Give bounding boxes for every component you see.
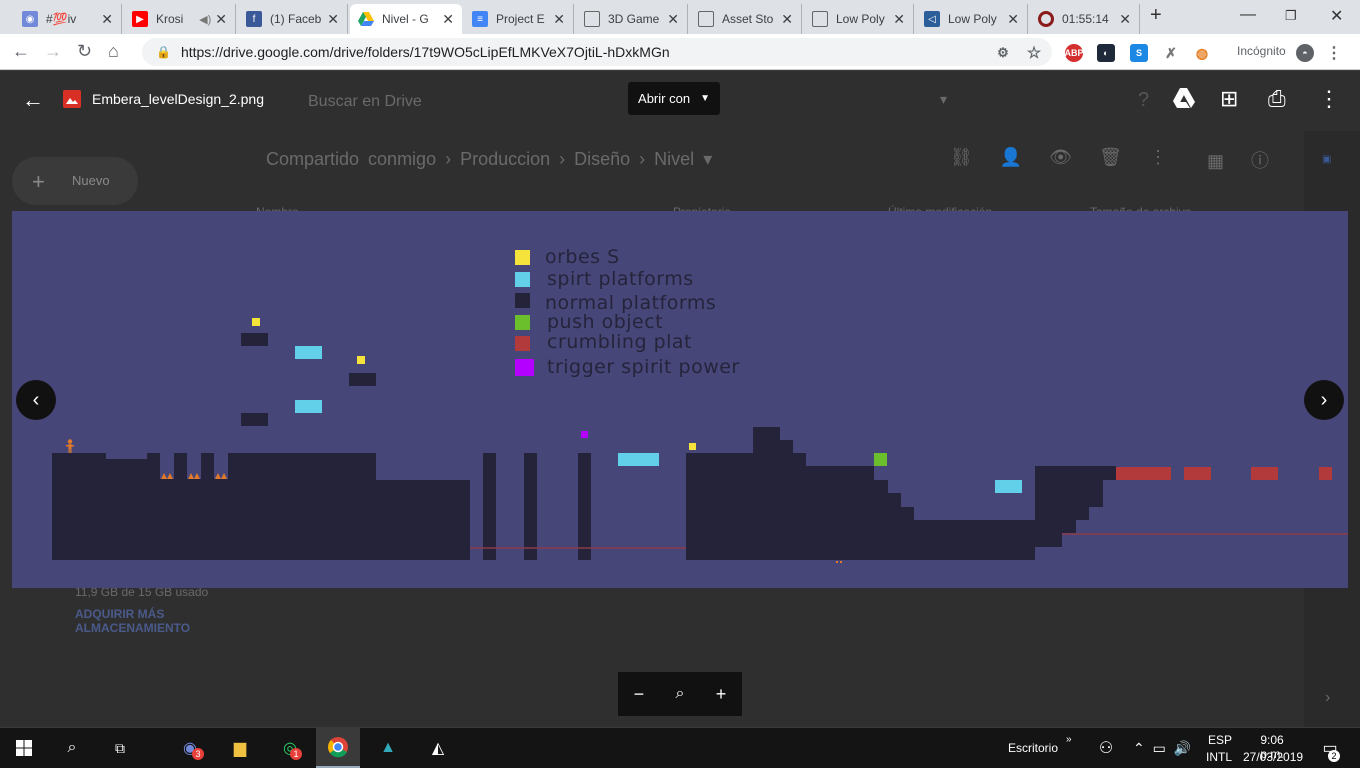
close-tab-icon[interactable]: ✕ (667, 11, 679, 28)
people-icon[interactable]: ⚇ (1092, 734, 1120, 762)
close-tab-icon[interactable]: ✕ (893, 11, 905, 28)
orb (689, 443, 696, 450)
search-icon[interactable]: ⌕ (58, 734, 86, 762)
dropdown-arrow-icon: ▼ (700, 93, 710, 104)
close-tab-icon[interactable]: ✕ (1119, 11, 1131, 28)
spirit-platform (618, 453, 659, 466)
browser-tab[interactable]: 3D Game ✕ (576, 4, 688, 34)
zoom-out-button[interactable]: − (634, 684, 645, 705)
next-image-button[interactable]: › (1304, 380, 1344, 420)
tray-icons[interactable]: ⌃ ▭ 🔊 (1133, 740, 1191, 757)
crumbling-platform (1319, 467, 1332, 480)
youtube-icon: ▶ (132, 11, 148, 27)
open-with-button[interactable]: Abrir con ▼ (628, 82, 720, 115)
close-tab-icon[interactable]: ✕ (553, 11, 565, 28)
print-icon[interactable]: ⎙ (1268, 86, 1286, 112)
chevron-left-icon: ‹ (32, 388, 40, 411)
view-icons: ▦ ⓘ (1207, 151, 1270, 171)
previous-image-button[interactable]: ‹ (16, 380, 56, 420)
close-tab-icon[interactable]: ✕ (442, 11, 454, 28)
page-icon (812, 11, 828, 27)
new-button[interactable]: + Nuevo (12, 157, 138, 205)
browser-tab[interactable]: ≡ Project E ✕ (464, 4, 574, 34)
site-settings-icon[interactable]: ⚙ (994, 44, 1012, 62)
visual-studio-icon: ◁ (924, 11, 940, 27)
breadcrumb: Compartido conmigo › Produccion › Diseño… (266, 149, 713, 169)
bookmark-star-icon[interactable]: ☆ (1025, 44, 1043, 62)
more-options-icon[interactable]: ⋮ (1318, 86, 1340, 112)
incognito-icon[interactable]: ◓ (1296, 44, 1314, 62)
forward-button[interactable]: → (44, 41, 62, 62)
task-view-icon[interactable]: ⧉ (106, 734, 134, 762)
close-tab-icon[interactable]: ✕ (327, 11, 339, 28)
app-icon[interactable]: ▲ (374, 734, 402, 762)
extension-icon[interactable]: ◍ (1193, 44, 1211, 62)
reload-button[interactable]: ↻ (77, 41, 92, 62)
address-bar-row: ← → ↻ ⌂ 🔒 https://drive.google.com/drive… (0, 34, 1360, 70)
close-window-button[interactable]: ✕ (1330, 6, 1343, 26)
plus-icon: + (32, 169, 45, 194)
spirit-platform (995, 480, 1022, 493)
close-tab-icon[interactable]: ✕ (101, 11, 113, 28)
drive-icon (358, 11, 374, 27)
calendar-icon[interactable]: ▣ (1322, 154, 1331, 165)
image-file-icon (63, 90, 81, 108)
extension-icon[interactable]: ◐ (1097, 44, 1115, 62)
back-button[interactable]: ← (12, 41, 30, 62)
url-field[interactable]: 🔒 https://drive.google.com/drive/folders… (142, 38, 1052, 66)
trigger-spirit-power (581, 431, 588, 438)
discord-icon: ◉ (22, 11, 38, 27)
level-terrain (52, 427, 1348, 563)
add-to-drive-icon[interactable] (1172, 87, 1196, 115)
help-icon: ? (1138, 89, 1150, 111)
crumbling-platform (1184, 467, 1211, 480)
browser-tab[interactable]: ▶ Krosi ◀) ✕ (124, 4, 236, 34)
page-icon (698, 11, 714, 27)
chrome-icon[interactable] (316, 728, 360, 768)
browser-tab[interactable]: f (1) Faceb ✕ (238, 4, 348, 34)
browser-tab-active[interactable]: Nivel - G ✕ (350, 4, 462, 34)
adblock-icon[interactable]: ABP (1065, 44, 1084, 62)
docs-icon: ≡ (472, 11, 488, 27)
audio-icon[interactable]: ◀) (199, 13, 211, 26)
browser-tab[interactable]: ◁ Low Poly ✕ (916, 4, 1028, 34)
browser-tab[interactable]: ◉ #💯iv ✕ (14, 4, 122, 34)
crumbling-platform (1116, 467, 1171, 480)
close-tab-icon[interactable]: ✕ (1007, 11, 1019, 28)
browser-tab[interactable]: Asset Sto ✕ (690, 4, 802, 34)
new-tab-button[interactable]: + (1150, 4, 1162, 27)
home-button[interactable]: ⌂ (108, 41, 119, 62)
extension-icon[interactable]: ✗ (1162, 44, 1180, 62)
minimize-button[interactable]: — (1240, 6, 1256, 24)
close-tab-icon[interactable]: ✕ (781, 11, 793, 28)
file-explorer-icon[interactable]: ▆ (226, 734, 254, 762)
lock-icon: 🔒 (156, 45, 171, 59)
browser-tab-bar: ◉ #💯iv ✕ ▶ Krosi ◀) ✕ f (1) Faceb ✕ Nive… (0, 0, 1360, 34)
zoom-controls: − ⌕ + (618, 672, 742, 716)
menu-dots-icon[interactable]: ⋮ (1325, 44, 1343, 62)
toolbar-icons: ⛓ 👤 👁 🗑 ⋮ (950, 147, 1167, 167)
zoom-in-button[interactable]: + (716, 684, 727, 705)
chevron-right-icon: › (1320, 388, 1328, 411)
browser-tab[interactable]: Low Poly ✕ (804, 4, 914, 34)
file-name: Embera_levelDesign_2.png (92, 91, 264, 107)
windows-start-icon[interactable] (10, 734, 38, 762)
add-comment-icon[interactable]: ⊞ (1220, 86, 1238, 112)
chevron-icon[interactable]: » (1066, 734, 1072, 745)
chevron-right-icon[interactable]: › (1325, 689, 1330, 707)
facebook-icon: f (246, 11, 262, 27)
back-arrow-icon[interactable]: ← (22, 87, 44, 113)
browser-tab[interactable]: 01:55:14 ✕ (1030, 4, 1140, 34)
close-tab-icon[interactable]: ✕ (215, 11, 227, 28)
crumbling-platform (1251, 467, 1278, 480)
page-icon (584, 11, 600, 27)
push-object (874, 453, 887, 466)
level-design-image: orbes S spirt platforms normal platforms… (12, 211, 1348, 588)
windows-taskbar: ⌕ ⧉ ◉ 3 ▆ ◎ 1 ▲ ◭ Escritorio » ⚇ ⌃ ▭ 🔊 E… (0, 728, 1360, 768)
skype-icon[interactable]: S (1130, 44, 1148, 62)
record-icon (1038, 11, 1054, 27)
unity-icon[interactable]: ◭ (424, 734, 452, 762)
zoom-icon[interactable]: ⌕ (676, 685, 685, 703)
maximize-button[interactable]: ❐ (1285, 8, 1297, 24)
